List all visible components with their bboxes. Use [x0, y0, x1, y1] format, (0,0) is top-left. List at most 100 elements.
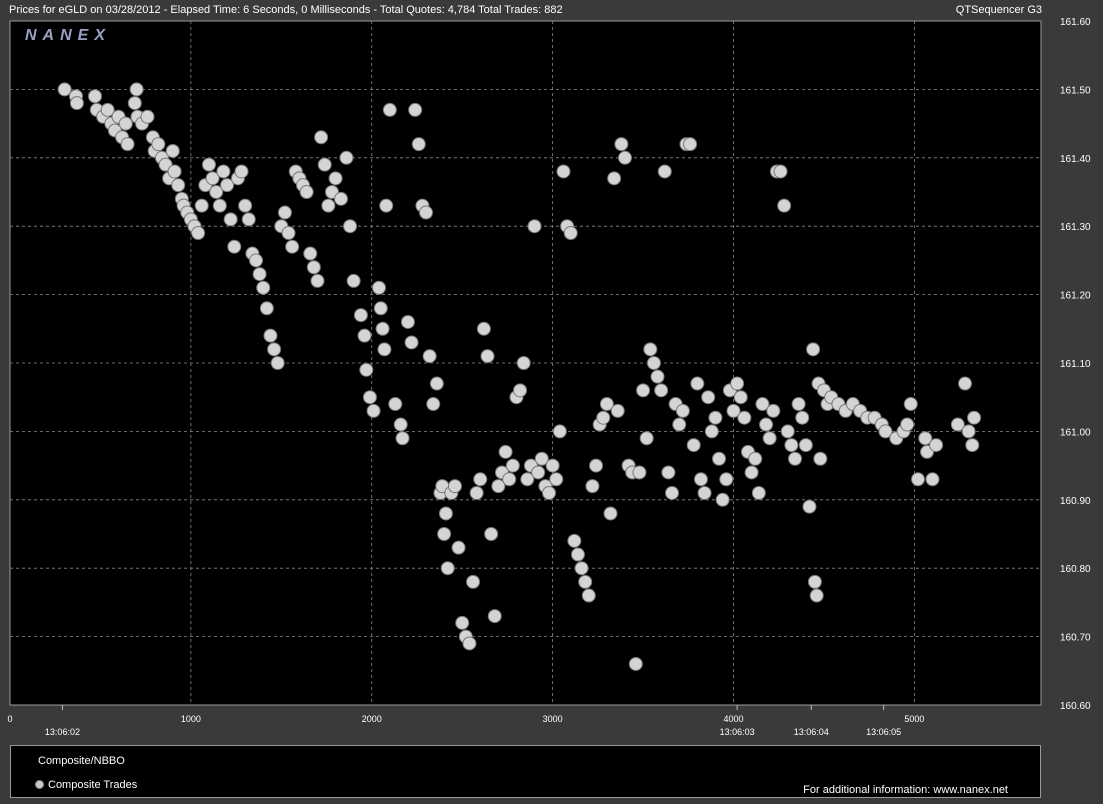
trade-point: [788, 451, 803, 466]
trade-point: [704, 424, 719, 439]
y-tick-label: 161.20: [1060, 291, 1091, 302]
trade-point: [223, 212, 238, 227]
trade-point: [563, 226, 578, 241]
trade-point: [321, 198, 336, 213]
y-tick-label: 161.50: [1060, 85, 1091, 96]
trade-point: [263, 328, 278, 343]
y-tick-label: 161.30: [1060, 222, 1091, 233]
trade-point: [657, 164, 672, 179]
trade-point: [171, 178, 186, 193]
trade-point: [151, 137, 166, 152]
price-chart: NANEX 161.60 161.50 161.40 161.30 161.20 161.1…: [7, 17, 1091, 737]
trade-point: [697, 485, 712, 500]
trade-point: [259, 301, 274, 316]
trade-point: [127, 96, 142, 111]
trade-point: [578, 574, 593, 589]
time-label: 13:06:05: [866, 727, 901, 737]
trade-point: [484, 527, 499, 541]
info-link[interactable]: For additional information: www.nanex.ne…: [803, 784, 1008, 796]
trade-point: [549, 472, 564, 487]
trade-point: [730, 376, 745, 391]
trade-point: [958, 376, 973, 391]
y-tick-label: 160.80: [1060, 564, 1091, 575]
trade-point: [252, 267, 267, 282]
trade-point: [744, 465, 759, 480]
trade-point: [451, 540, 466, 555]
trade-point: [807, 574, 822, 589]
trade-point: [455, 615, 470, 630]
y-tick-label: 160.90: [1060, 496, 1091, 507]
trade-point: [317, 157, 332, 172]
trade-point: [542, 485, 557, 500]
trade-point: [422, 349, 437, 364]
trade-point: [513, 383, 528, 398]
trade-point: [234, 164, 249, 179]
trade-point: [693, 472, 708, 487]
trade-point: [377, 342, 392, 357]
trade-point: [466, 574, 481, 589]
trade-point: [201, 157, 216, 172]
trade-point: [373, 301, 388, 316]
trade-point: [57, 82, 72, 97]
trade-point: [531, 465, 546, 480]
trade-point: [165, 143, 180, 158]
trade-point: [393, 417, 408, 432]
trade-point: [303, 246, 318, 261]
legend-box: Composite/NBBO Composite Trades For addi…: [10, 745, 1041, 798]
trade-point: [661, 465, 676, 480]
trade-point: [366, 403, 381, 418]
trade-point: [527, 219, 542, 234]
trade-point: [654, 383, 669, 398]
trade-point: [733, 390, 748, 405]
trade-point: [277, 205, 292, 220]
y-tick-label: 160.70: [1060, 633, 1091, 644]
trade-point: [806, 342, 821, 357]
trade-point: [408, 102, 423, 117]
trade-point: [603, 506, 618, 521]
trade-point: [900, 417, 915, 432]
trade-point: [961, 424, 976, 439]
trade-point: [672, 417, 687, 432]
trade-point: [498, 444, 513, 459]
trade-point: [925, 472, 940, 487]
trade-point: [773, 164, 788, 179]
trade-point: [438, 506, 453, 521]
trade-point: [628, 656, 643, 671]
trade-point: [120, 137, 135, 152]
trade-point: [784, 438, 799, 453]
trade-point: [701, 390, 716, 405]
trade-point: [607, 171, 622, 186]
trade-point: [911, 472, 926, 487]
trade-point: [371, 280, 386, 295]
trade-point: [248, 253, 263, 268]
trade-point: [690, 376, 705, 391]
trade-point: [216, 164, 231, 179]
trade-point: [437, 527, 452, 541]
nanex-logo: NANEX: [25, 27, 111, 44]
trade-marker-icon: [35, 780, 44, 789]
trade-point: [759, 417, 774, 432]
trade-point: [140, 109, 155, 124]
trade-point: [299, 185, 314, 199]
trade-point: [791, 397, 806, 412]
trade-point: [191, 226, 206, 241]
trade-point: [574, 561, 589, 576]
x-tick-label: 5000: [904, 714, 924, 724]
trade-point: [596, 410, 611, 425]
trade-point: [388, 397, 403, 412]
trade-point: [88, 89, 103, 104]
trade-point: [328, 171, 343, 186]
trade-point: [581, 588, 596, 603]
trade-point: [256, 280, 271, 295]
trade-point: [194, 198, 209, 213]
trade-point: [777, 198, 792, 213]
trade-point: [241, 212, 256, 227]
trade-point: [473, 472, 488, 487]
trade-point: [343, 219, 358, 234]
trade-point: [813, 451, 828, 466]
trade-point: [426, 397, 441, 412]
trade-point: [404, 335, 419, 350]
x-tick-label: 0: [7, 714, 12, 724]
trade-point: [665, 485, 680, 500]
trade-point: [267, 342, 282, 357]
